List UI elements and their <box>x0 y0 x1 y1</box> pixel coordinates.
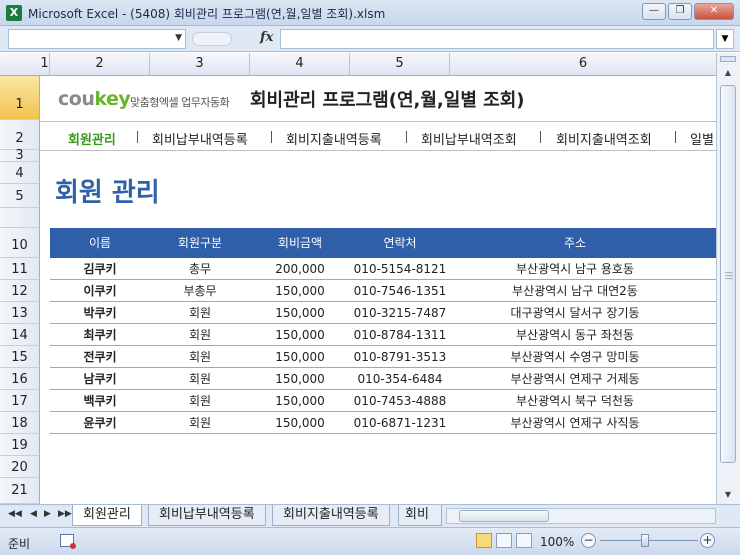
vertical-scroll-thumb[interactable]: — — — <box>720 85 736 463</box>
row-header-19[interactable]: 19 <box>0 434 40 456</box>
row-header-18[interactable]: 18 <box>0 412 40 434</box>
table-row[interactable]: 최쿠키 회원 150,000 010-8784-1311 부산광역시 동구 좌천… <box>50 324 716 346</box>
column-header-4[interactable]: 4 <box>250 53 350 75</box>
row-header-16[interactable]: 16 <box>0 368 40 390</box>
zoom-out-icon[interactable]: − <box>581 533 596 548</box>
formula-controls <box>192 32 232 46</box>
zoom-slider-thumb[interactable] <box>641 534 649 547</box>
last-sheet-icon[interactable]: ▶▶ <box>58 509 72 519</box>
excel-app-icon[interactable]: X <box>6 5 22 21</box>
menu-item-daily[interactable]: 일별 <box>690 129 714 148</box>
nav-menu: 회원관리 회비납부내역등록 회비지출내역등록 회비납부내역조회 회비지출내역조회… <box>40 121 716 151</box>
row-header-20[interactable]: 20 <box>0 456 40 478</box>
scroll-down-icon[interactable]: ▼ <box>720 487 736 503</box>
formula-bar: ▼ fx ▼ <box>0 26 740 52</box>
row-header-14[interactable]: 14 <box>0 324 40 346</box>
row-header-13[interactable]: 13 <box>0 302 40 324</box>
col-name-header: 이름 <box>88 236 112 250</box>
row-header-1[interactable]: 1 <box>0 76 40 120</box>
row-header-3[interactable]: 3 <box>0 149 40 162</box>
table-row[interactable]: 이쿠키 부총무 150,000 010-7546-1351 부산광역시 남구 대… <box>50 280 716 302</box>
sheet-tab-fee-payment-entry[interactable]: 회비납부내역등록 <box>148 505 266 526</box>
sheet-tab-more[interactable]: 회비 <box>398 505 442 526</box>
logo-tagline: 맞춤형엑셀 업무자동화 <box>130 96 230 109</box>
column-header-1[interactable]: 1 <box>40 53 50 75</box>
program-title: 회비관리 프로그램(연,월,일별 조회) <box>250 90 525 111</box>
row-header-12[interactable]: 12 <box>0 280 40 302</box>
status-bar: 준비 100% − + <box>0 527 740 555</box>
fx-icon[interactable]: fx <box>260 30 273 45</box>
col-type-header: 회원구분 <box>177 236 223 250</box>
scroll-up-icon[interactable]: ▲ <box>720 65 736 81</box>
row-header-hidden-group <box>0 208 40 228</box>
grip-icon: — — — <box>725 268 733 283</box>
expand-formula-bar-icon[interactable]: ▼ <box>716 29 734 49</box>
formula-input[interactable] <box>280 29 714 49</box>
horizontal-scroll-thumb[interactable] <box>459 510 549 522</box>
menu-item-fee-payment-inquiry[interactable]: 회비납부내역조회 <box>421 129 517 148</box>
macro-record-icon[interactable] <box>60 534 76 549</box>
table-row[interactable]: 박쿠키 회원 150,000 010-3215-7487 대구광역시 달서구 장… <box>50 302 716 324</box>
column-headers: 1 2 3 4 5 6 <box>0 53 740 76</box>
page-layout-view-icon[interactable] <box>496 533 512 548</box>
menu-item-fee-payment-entry[interactable]: 회비납부내역등록 <box>152 129 248 148</box>
row-header-10[interactable]: 10 <box>0 228 40 258</box>
chevron-down-icon[interactable]: ▼ <box>175 33 182 43</box>
table-row[interactable]: 백쿠키 회원 150,000 010-7453-4888 부산광역시 북구 덕천… <box>50 390 716 412</box>
sheet-tab-expense-entry[interactable]: 회비지출내역등록 <box>272 505 390 526</box>
col-fee-header: 회비금액 <box>277 236 323 250</box>
table-row[interactable]: 김쿠키 총무 200,000 010-5154-8121 부산광역시 남구 용호… <box>50 258 716 280</box>
coukey-logo: coukey <box>58 88 131 110</box>
table-row[interactable]: 전쿠키 회원 150,000 010-8791-3513 부산광역시 수영구 망… <box>50 346 716 368</box>
row-header-17[interactable]: 17 <box>0 390 40 412</box>
row-header-2[interactable]: 2 <box>0 120 40 150</box>
restore-button[interactable]: ❐ <box>668 3 692 20</box>
close-button[interactable]: ✕ <box>694 3 734 20</box>
zoom-slider-track[interactable] <box>600 540 698 541</box>
col-address-header: 주소 <box>563 236 587 250</box>
zoom-in-icon[interactable]: + <box>700 533 715 548</box>
minimize-button[interactable]: — <box>642 3 666 20</box>
split-handle[interactable] <box>720 56 736 62</box>
member-table-header: 이름 회원구분 회비금액 연락처 주소 <box>50 228 716 258</box>
sheet-tab-bar: ◀◀ ◀ ▶ ▶▶ 회원관리 회비납부내역등록 회비지출내역등록 회비 <box>0 504 740 527</box>
status-ready: 준비 <box>8 537 31 551</box>
worksheet-grid[interactable]: coukey 맞춤형엑셀 업무자동화 회비관리 프로그램(연,월,일별 조회) … <box>40 76 716 504</box>
normal-view-icon[interactable] <box>476 533 492 548</box>
row-header-4[interactable]: 4 <box>0 162 40 184</box>
column-header-6[interactable]: 6 <box>450 53 716 75</box>
menu-item-expense-inquiry[interactable]: 회비지출내역조회 <box>556 129 652 148</box>
row-header-5[interactable]: 5 <box>0 184 40 208</box>
name-box[interactable]: ▼ <box>8 29 186 49</box>
sheet-tab-members[interactable]: 회원관리 <box>72 505 142 526</box>
menu-item-expense-entry[interactable]: 회비지출내역등록 <box>286 129 382 148</box>
next-sheet-icon[interactable]: ▶ <box>44 509 51 519</box>
column-header-3[interactable]: 3 <box>150 53 250 75</box>
prev-sheet-icon[interactable]: ◀ <box>30 509 37 519</box>
column-header-2[interactable]: 2 <box>50 53 150 75</box>
zoom-level[interactable]: 100% <box>540 535 574 549</box>
page-break-view-icon[interactable] <box>516 533 532 548</box>
vertical-scrollbar[interactable]: ▲ — — — ▼ <box>716 53 740 504</box>
table-row[interactable]: 남쿠키 회원 150,000 010-354-6484 부산광역시 연제구 거제… <box>50 368 716 390</box>
row-header-11[interactable]: 11 <box>0 258 40 280</box>
row-header-21[interactable]: 21 <box>0 478 40 504</box>
section-title: 회원 관리 <box>55 178 160 208</box>
horizontal-scrollbar[interactable] <box>446 508 716 524</box>
col-phone-header: 연락처 <box>383 236 417 250</box>
row-header-15[interactable]: 15 <box>0 346 40 368</box>
table-row[interactable]: 윤쿠키 회원 150,000 010-6871-1231 부산광역시 연제구 사… <box>50 412 716 434</box>
title-bar: X Microsoft Excel - (5408) 회비관리 프로그램(연,월… <box>0 0 740 26</box>
column-header-5[interactable]: 5 <box>350 53 450 75</box>
first-sheet-icon[interactable]: ◀◀ <box>8 509 22 519</box>
menu-item-members[interactable]: 회원관리 <box>68 129 116 148</box>
window-title: Microsoft Excel - (5408) 회비관리 프로그램(연,월,일… <box>28 7 386 21</box>
